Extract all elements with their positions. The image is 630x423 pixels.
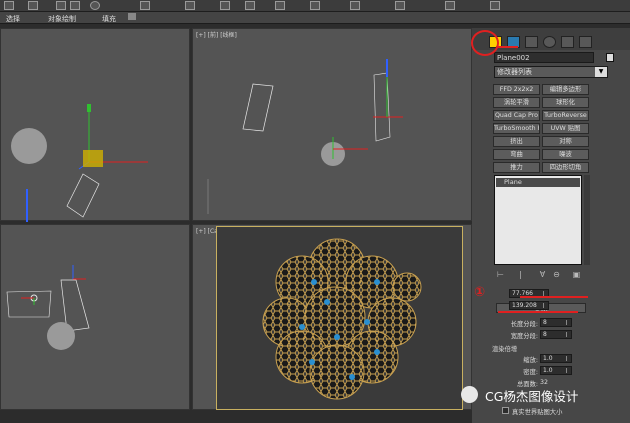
selection-icon[interactable] bbox=[4, 1, 14, 10]
annotation-number: ① bbox=[474, 285, 486, 300]
scale-label: 缩放: bbox=[523, 357, 538, 364]
modifier-button[interactable]: 弯曲 bbox=[493, 149, 540, 160]
ribbon-tab-object-paint[interactable]: 对象绘制 bbox=[48, 14, 76, 24]
annotation-underline bbox=[496, 46, 518, 48]
render-frame-icon[interactable] bbox=[490, 1, 500, 10]
layer-icon[interactable] bbox=[275, 1, 285, 10]
modifier-button[interactable]: 噪波 bbox=[542, 149, 589, 160]
modifier-list-dropdown[interactable]: 修改器列表 ▼ bbox=[494, 66, 608, 78]
ribbon-bar: 选择 对象绘制 填充 bbox=[0, 12, 630, 24]
configure-sets-icon[interactable]: ▣ bbox=[572, 270, 581, 279]
chevron-down-icon: ▼ bbox=[595, 67, 607, 77]
density-label: 密度: bbox=[523, 369, 538, 376]
viewport-label[interactable]: [+] [前] [线框] bbox=[196, 30, 237, 39]
viewport-tr-scene bbox=[207, 59, 403, 214]
modifier-button[interactable]: 推力 bbox=[493, 162, 540, 173]
render-multipliers-label: 渲染倍增 bbox=[492, 346, 518, 353]
pin-stack-icon[interactable]: ⊢ bbox=[496, 270, 505, 279]
plane-wire-persp bbox=[6, 290, 52, 318]
modifier-button[interactable]: 球形化 bbox=[542, 97, 589, 108]
main-toolbar bbox=[0, 0, 630, 12]
rotate-icon[interactable] bbox=[70, 1, 80, 10]
make-unique-icon[interactable]: ∀ bbox=[538, 270, 547, 279]
modifier-button[interactable]: FFD 2x2x2 bbox=[493, 84, 540, 95]
curve-icon[interactable] bbox=[310, 1, 320, 10]
viewport-top-right[interactable]: [+] [前] [线框] bbox=[192, 28, 472, 221]
plane-outline bbox=[242, 83, 274, 132]
camera-render-frame bbox=[216, 226, 463, 410]
annotation-underline bbox=[498, 311, 578, 313]
circle-select-icon[interactable] bbox=[90, 1, 100, 10]
modifier-button[interactable]: 挤出 bbox=[493, 136, 540, 147]
width-segs-spinner[interactable]: 8 bbox=[540, 330, 572, 339]
move-icon[interactable] bbox=[56, 1, 66, 10]
object-color-swatch[interactable] bbox=[606, 53, 614, 62]
annotation-circle bbox=[471, 30, 499, 56]
annotation-underline bbox=[520, 296, 588, 298]
render-icon[interactable] bbox=[445, 1, 455, 10]
render-scene bbox=[262, 238, 422, 400]
snap-icon[interactable] bbox=[185, 1, 195, 10]
cloud-object bbox=[11, 128, 47, 164]
schematic-icon[interactable] bbox=[350, 1, 360, 10]
motion-tab-icon[interactable] bbox=[543, 36, 556, 48]
cloud-object bbox=[47, 322, 75, 350]
modifier-stack[interactable]: Plane bbox=[494, 175, 582, 265]
object-name-field[interactable]: Plane002 bbox=[494, 52, 594, 63]
modifier-button[interactable]: UVW 贴图 bbox=[542, 123, 589, 134]
material-icon[interactable] bbox=[395, 1, 405, 10]
length-segs-label: 长度分段: bbox=[510, 321, 538, 328]
ribbon-tab-populate[interactable]: 填充 bbox=[102, 14, 116, 24]
density-spinner[interactable]: 1.0 bbox=[540, 366, 572, 375]
watermark-text: CG杨杰图像设计 bbox=[485, 389, 579, 404]
length-segs-spinner[interactable]: 8 bbox=[540, 318, 572, 327]
viewport-bottom-left[interactable] bbox=[0, 224, 190, 410]
modifier-button[interactable]: 编辑多边形 bbox=[542, 84, 589, 95]
modifier-button[interactable]: 对称 bbox=[542, 136, 589, 147]
gizmo-plane bbox=[83, 150, 103, 167]
stack-item-plane[interactable]: Plane bbox=[496, 178, 580, 187]
modifier-button[interactable]: Quad Cap Pro bbox=[493, 110, 540, 121]
scale-spinner[interactable]: 1.0 bbox=[540, 354, 572, 363]
wechat-logo-icon bbox=[461, 386, 478, 403]
align-icon[interactable] bbox=[245, 1, 255, 10]
viewport-tl-scene bbox=[11, 104, 148, 222]
remove-modifier-icon[interactable]: ⊖ bbox=[552, 270, 561, 279]
scale-icon[interactable] bbox=[140, 1, 150, 10]
modifier-button[interactable]: TurboReverse bbox=[542, 110, 589, 121]
ribbon-toggle-icon[interactable] bbox=[128, 13, 136, 20]
width-segs-label: 宽度分段: bbox=[510, 333, 538, 340]
modifier-button[interactable]: 涡轮平滑 bbox=[493, 97, 540, 108]
modifier-button[interactable]: 四边形切角 bbox=[542, 162, 589, 173]
plane-wire-front bbox=[373, 72, 391, 142]
mirror-icon[interactable] bbox=[220, 1, 230, 10]
real-world-map-size-checkbox[interactable] bbox=[502, 407, 509, 414]
real-world-map-size-label: 真实世界贴图大小 bbox=[512, 409, 563, 416]
stack-scrollbar[interactable] bbox=[584, 175, 590, 265]
hierarchy-tab-icon[interactable] bbox=[525, 36, 538, 48]
stack-tools: ⊢ | ∀ ⊖ ▣ bbox=[494, 268, 594, 282]
modifier-button[interactable]: TurboSmooth Pro bbox=[493, 123, 540, 134]
width-spinner[interactable]: 139.208 bbox=[509, 301, 549, 310]
rect-select-icon[interactable] bbox=[28, 1, 38, 10]
watermark: CG杨杰图像设计 bbox=[461, 385, 611, 405]
command-panel: Plane002 修改器列表 ▼ FFD 2x2x2 编辑多边形 涡轮平滑 球形化… bbox=[472, 28, 630, 423]
modifier-list-label: 修改器列表 bbox=[497, 68, 532, 76]
geodesic-spheres bbox=[262, 238, 422, 400]
display-tab-icon[interactable] bbox=[561, 36, 574, 48]
viewport-top-left[interactable] bbox=[0, 28, 190, 222]
utilities-tab-icon[interactable] bbox=[579, 36, 592, 48]
ribbon-tab-select[interactable]: 选择 bbox=[6, 14, 20, 24]
viewport-bl-scene bbox=[6, 265, 90, 350]
plane-wire bbox=[66, 173, 100, 218]
show-end-result-icon[interactable]: | bbox=[516, 270, 525, 279]
